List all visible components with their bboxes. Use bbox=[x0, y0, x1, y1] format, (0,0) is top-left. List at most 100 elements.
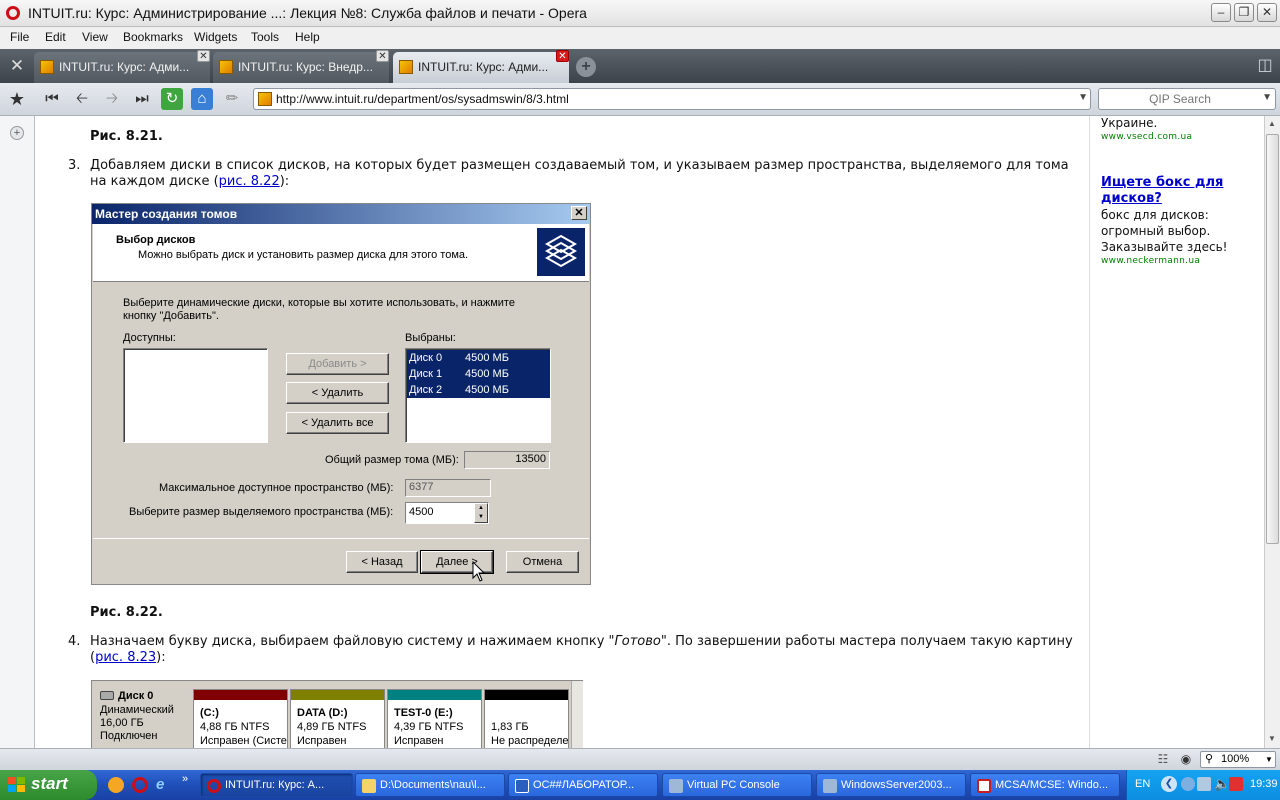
scroll-thumb[interactable] bbox=[1266, 134, 1279, 544]
address-url[interactable]: http://www.intuit.ru/department/os/sysad… bbox=[276, 92, 569, 106]
cancel-button[interactable]: Отмена bbox=[506, 551, 579, 573]
dialog-close-icon[interactable]: ✕ bbox=[571, 206, 587, 220]
partition-e[interactable]: TEST-0 (E:) 4,39 ГБ NTFS Исправен bbox=[387, 689, 482, 748]
ad-text: Заказывайте здесь! bbox=[1101, 240, 1228, 254]
remove-button[interactable]: < Удалить bbox=[286, 382, 389, 404]
selected-disks-list[interactable]: Диск 0 4500 МБ Диск 1 4500 МБ Диск 2 4500 М… bbox=[405, 348, 551, 443]
task-button[interactable]: D:\Documents\nau\l... bbox=[355, 773, 505, 797]
list-number: 3. bbox=[68, 158, 81, 173]
menu-widgets[interactable]: Widgets bbox=[194, 30, 237, 44]
windows-flag-icon bbox=[8, 777, 25, 792]
tray-back-icon[interactable]: ❮ bbox=[1161, 776, 1177, 792]
tab-1[interactable]: INTUIT.ru: Курс: Адми... ✕ bbox=[34, 50, 210, 83]
figure-link[interactable]: рис. 8.23 bbox=[95, 650, 156, 665]
tab-close-icon[interactable]: ✕ bbox=[376, 50, 389, 62]
partition-unallocated[interactable]: 1,83 ГБ Не распределе bbox=[484, 689, 569, 748]
partition-d[interactable]: DATA (D:) 4,89 ГБ NTFS Исправен bbox=[290, 689, 385, 748]
list-item[interactable]: Диск 2 4500 МБ bbox=[407, 382, 550, 398]
tools-icon[interactable]: ✕ bbox=[6, 56, 28, 76]
tab-favicon-icon bbox=[219, 60, 233, 74]
camera-icon[interactable]: ◉ bbox=[1178, 752, 1194, 766]
disk-name: Диск 0 bbox=[118, 690, 154, 702]
new-tab-icon[interactable]: + bbox=[576, 57, 596, 77]
list-item[interactable]: Диск 1 4500 МБ bbox=[407, 366, 550, 382]
task-button[interactable]: MCSA/MCSE: Windo... bbox=[970, 773, 1120, 797]
ad-url[interactable]: www.vseсd.com.ua bbox=[1101, 132, 1192, 142]
zoom-control[interactable]: ⚲ 100% ▼ bbox=[1200, 751, 1276, 768]
dialog-heading: Выбор дисков bbox=[116, 234, 196, 246]
edit-pen-icon[interactable]: ✏ bbox=[221, 88, 243, 110]
bookmark-star-icon[interactable]: ★ bbox=[6, 88, 28, 110]
rewind-icon[interactable]: ⏮ bbox=[41, 88, 63, 110]
page-content: Рис. 8.21. 3. Добавляем диски в список д… bbox=[36, 116, 1088, 748]
tray-network-icon[interactable] bbox=[1181, 777, 1195, 791]
disk-type: Динамический bbox=[100, 704, 174, 716]
tab-3-active[interactable]: INTUIT.ru: Курс: Адми... ✕ bbox=[393, 50, 569, 83]
menu-file[interactable]: File bbox=[10, 30, 29, 44]
spinner-arrows-icon[interactable]: ▲ ▼ bbox=[474, 503, 488, 523]
scroll-up-icon[interactable]: ▲ bbox=[1268, 119, 1276, 128]
menu-edit[interactable]: Edit bbox=[45, 30, 66, 44]
dialog-title-bar: Мастер создания томов ✕ bbox=[92, 204, 590, 224]
quicklaunch-opera-icon[interactable] bbox=[132, 777, 148, 793]
menu-tools[interactable]: Tools bbox=[251, 30, 279, 44]
tab-2[interactable]: INTUIT.ru: Курс: Внедр... ✕ bbox=[213, 50, 389, 83]
quicklaunch-more-icon[interactable]: » bbox=[182, 773, 188, 785]
menu-help[interactable]: Help bbox=[295, 30, 320, 44]
figure-caption: Рис. 8.21. bbox=[90, 129, 163, 144]
reload-icon[interactable]: ↻ bbox=[161, 88, 183, 110]
available-disks-list[interactable] bbox=[123, 348, 268, 443]
search-dropdown-icon[interactable]: ▼ bbox=[1262, 92, 1272, 103]
add-panel-icon[interactable]: + bbox=[10, 126, 24, 140]
partition-c[interactable]: (C:) 4,88 ГБ NTFS Исправен (Систе bbox=[193, 689, 288, 748]
search-input[interactable] bbox=[1105, 91, 1255, 107]
partition-name: DATA (D:) bbox=[297, 707, 348, 719]
fast-forward-icon[interactable]: ⏭ bbox=[131, 88, 153, 110]
maximize-button[interactable]: ❐ bbox=[1234, 3, 1254, 22]
virtual-machine-icon bbox=[823, 779, 837, 793]
add-button[interactable]: Добавить > bbox=[286, 353, 389, 375]
back-icon[interactable]: 🡠 bbox=[71, 88, 93, 110]
tray-antivirus-icon[interactable] bbox=[1229, 777, 1243, 791]
task-button[interactable]: INTUIT.ru: Курс: А... bbox=[200, 773, 353, 797]
disk-view-scrollbar[interactable] bbox=[571, 681, 583, 748]
menu-bookmarks[interactable]: Bookmarks bbox=[123, 30, 183, 44]
quicklaunch-app-icon[interactable] bbox=[108, 777, 124, 793]
task-button[interactable]: ОС##ЛАБОРАТОР... bbox=[508, 773, 658, 797]
vertical-scrollbar[interactable]: ▲ ▼ bbox=[1264, 116, 1280, 748]
menu-view[interactable]: View bbox=[82, 30, 108, 44]
ad-link[interactable]: Ищете бокс для дисков? bbox=[1101, 175, 1251, 207]
panel-toggle-icon[interactable]: ☷ bbox=[1155, 752, 1171, 766]
alloc-size-label: Выберите размер выделяемого пространства… bbox=[129, 506, 394, 518]
quicklaunch-ie-icon[interactable]: e bbox=[156, 776, 172, 793]
close-window-button[interactable]: ✕ bbox=[1257, 3, 1277, 22]
task-button[interactable]: WindowsServer2003... bbox=[816, 773, 966, 797]
tray-monitor-icon[interactable] bbox=[1197, 777, 1211, 791]
tab-close-icon[interactable]: ✕ bbox=[197, 50, 210, 62]
minimize-button[interactable]: – bbox=[1211, 3, 1231, 22]
back-button[interactable]: < Назад bbox=[346, 551, 418, 573]
list-item[interactable]: Диск 0 4500 МБ bbox=[407, 350, 550, 366]
home-icon[interactable]: ⌂ bbox=[191, 88, 213, 110]
disk-size: 16,00 ГБ bbox=[100, 717, 144, 729]
tray-speaker-icon[interactable]: 🔈 bbox=[1214, 776, 1230, 792]
virtual-pc-icon bbox=[669, 779, 683, 793]
forward-icon[interactable]: 🡢 bbox=[101, 88, 123, 110]
ad-text: бокс для дисков: bbox=[1101, 208, 1209, 222]
disk-status: Подключен bbox=[100, 730, 158, 742]
language-indicator[interactable]: EN bbox=[1135, 778, 1150, 790]
scroll-down-icon[interactable]: ▼ bbox=[1268, 734, 1276, 743]
start-button[interactable]: start bbox=[0, 770, 97, 800]
zoom-dropdown-icon[interactable]: ▼ bbox=[1265, 752, 1273, 767]
address-dropdown-icon[interactable]: ▼ bbox=[1078, 92, 1088, 103]
remove-all-button[interactable]: < Удалить все bbox=[286, 412, 389, 434]
search-box[interactable]: ▼ bbox=[1098, 88, 1276, 110]
address-bar[interactable]: http://www.intuit.ru/department/os/sysad… bbox=[253, 88, 1091, 110]
trash-icon[interactable]: ◫ bbox=[1256, 55, 1274, 77]
ad-url[interactable]: www.neckermann.ua bbox=[1101, 256, 1200, 266]
selected-label: Выбраны: bbox=[405, 332, 456, 344]
task-label: Virtual PC Console bbox=[687, 779, 780, 791]
figure-link[interactable]: рис. 8.22 bbox=[219, 174, 280, 189]
tab-close-icon[interactable]: ✕ bbox=[556, 50, 569, 62]
task-button[interactable]: Virtual PC Console bbox=[662, 773, 812, 797]
